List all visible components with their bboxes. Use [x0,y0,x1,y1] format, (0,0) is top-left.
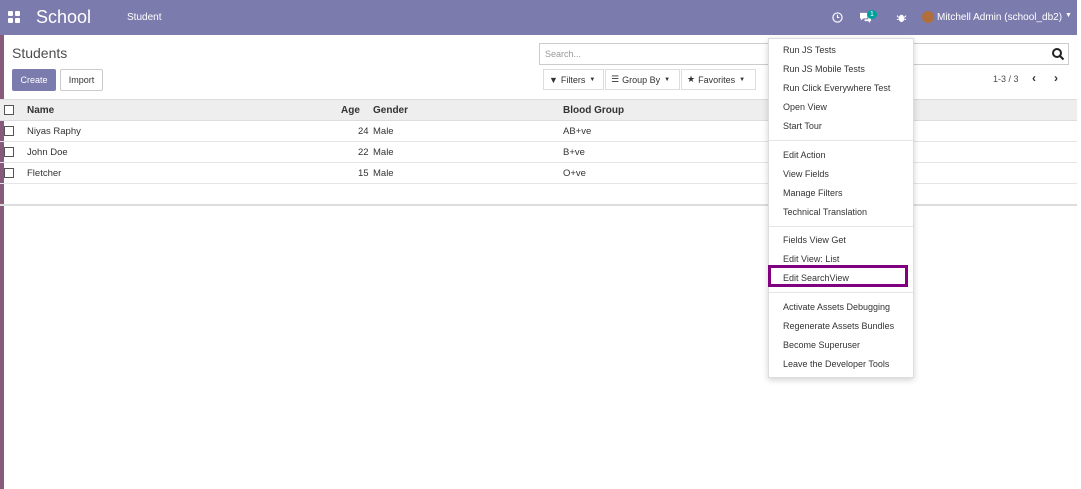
group-by-caret-icon: ▼ [664,76,671,83]
menu-student[interactable]: Student [127,12,161,23]
group-by-icon: ☰ [611,74,620,84]
cell-gender: Male [373,147,394,158]
menu-item-run-js-tests[interactable]: Run JS Tests [783,45,836,55]
search-placeholder: Search... [545,49,582,59]
cell-gender: Male [373,126,394,137]
apps-menu-icon[interactable] [8,11,20,23]
activity-clock-icon[interactable] [832,12,843,23]
group-by-label: Group By [622,74,661,85]
menu-item-start-tour[interactable]: Start Tour [783,121,822,131]
filters-label: Filters [560,74,586,85]
chat-badge: 1 [867,10,877,19]
table-footer [0,184,1077,206]
import-button[interactable]: Import [60,69,103,91]
app-name[interactable]: School [36,7,91,28]
cell-blood-group: O+ve [563,168,586,179]
menu-item-edit-view-list[interactable]: Edit View: List [783,254,839,264]
pager-next-icon[interactable]: › [1054,71,1058,85]
table-row[interactable]: Niyas Raphy 24 Male AB+ve [0,121,1077,142]
row-checkbox[interactable] [4,147,14,157]
menu-item-technical-translation[interactable]: Technical Translation [783,207,867,217]
create-button[interactable]: Create [12,69,56,91]
table-header: Name Age Gender Blood Group [0,99,1077,121]
search-icon[interactable] [1051,47,1065,61]
page-title: Students [12,45,68,61]
cell-age: 15 [358,168,369,179]
pager-value[interactable]: 1-3 / 3 [993,74,1019,84]
column-gender[interactable]: Gender [373,105,408,116]
app-frame [0,0,1081,489]
favorites-button[interactable]: ★ Favorites ▼ [681,69,756,90]
table-row[interactable]: John Doe 22 Male B+ve [0,142,1077,163]
menu-item-manage-filters[interactable]: Manage Filters [783,188,843,198]
group-by-button[interactable]: ☰ Group By ▼ [605,69,680,90]
menu-item-view-fields[interactable]: View Fields [783,169,829,179]
filters-button[interactable]: ▼ Filters ▼ [543,69,604,90]
top-navbar: School Student 1 Mitchell Admin (school_… [0,0,1077,35]
cell-age: 22 [358,147,369,158]
star-icon: ★ [687,74,696,84]
column-blood-group[interactable]: Blood Group [563,105,624,116]
cell-blood-group: AB+ve [563,126,592,137]
edit-searchview-highlight-box [768,265,908,287]
cell-name: Fletcher [27,168,62,179]
menu-item-become-superuser[interactable]: Become Superuser [783,340,860,350]
menu-divider [769,226,913,227]
favorites-label: Favorites [698,74,736,85]
debug-bug-icon[interactable] [896,12,907,23]
filter-icon: ▼ [549,74,558,85]
cell-blood-group: B+ve [563,147,585,158]
menu-item-leave-developer-tools[interactable]: Leave the Developer Tools [783,359,889,369]
menu-item-activate-assets-debugging[interactable]: Activate Assets Debugging [783,302,890,312]
column-name[interactable]: Name [27,105,54,116]
cell-age: 24 [358,126,369,137]
pager-previous-icon[interactable]: ‹ [1032,71,1036,85]
cell-gender: Male [373,168,394,179]
row-checkbox[interactable] [4,168,14,178]
menu-divider [769,292,913,293]
menu-item-edit-action[interactable]: Edit Action [783,150,826,160]
developer-tools-dropdown: Run JS Tests Run JS Mobile Tests Run Cli… [768,38,914,378]
filters-caret-icon: ▼ [589,76,596,83]
students-list: Name Age Gender Blood Group Niyas Raphy … [0,99,1077,206]
select-all-checkbox[interactable] [4,105,14,115]
menu-item-fields-view-get[interactable]: Fields View Get [783,235,846,245]
user-menu[interactable]: Mitchell Admin (school_db2) [937,12,1062,23]
cell-name: John Doe [27,147,68,158]
user-avatar[interactable] [922,11,934,23]
menu-divider [769,140,913,141]
favorites-caret-icon: ▼ [739,76,746,83]
cell-name: Niyas Raphy [27,126,81,137]
column-age[interactable]: Age [341,105,360,116]
menu-item-run-js-mobile-tests[interactable]: Run JS Mobile Tests [783,64,865,74]
user-caret-icon[interactable]: ▼ [1065,12,1072,19]
menu-item-run-click-everywhere[interactable]: Run Click Everywhere Test [783,83,890,93]
menu-item-open-view[interactable]: Open View [783,102,827,112]
menu-item-regenerate-assets-bundles[interactable]: Regenerate Assets Bundles [783,321,894,331]
table-row[interactable]: Fletcher 15 Male O+ve [0,163,1077,184]
row-checkbox[interactable] [4,126,14,136]
